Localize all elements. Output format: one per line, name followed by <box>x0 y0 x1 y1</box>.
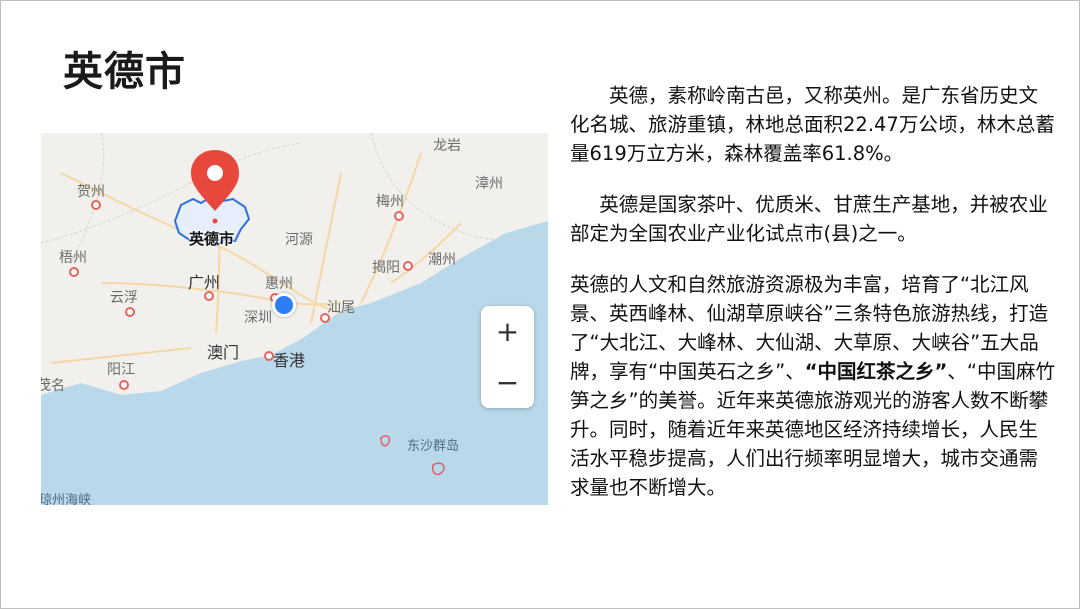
slide: 英德市 龙岩 贺州 漳州 梅州 河源 梧州 潮州 揭阳 广州 惠州 云浮 汕尾 … <box>0 0 1080 609</box>
city-label: 龙岩 <box>433 138 461 154</box>
city-dot <box>119 380 129 390</box>
map-canvas <box>41 133 548 505</box>
map-view[interactable]: 龙岩 贺州 漳州 梅州 河源 梧州 潮州 揭阳 广州 惠州 云浮 汕尾 深圳 澳… <box>41 133 548 505</box>
city-dot <box>264 351 274 361</box>
city-label: 云浮 <box>110 290 138 306</box>
city-label: 潮州 <box>428 252 456 268</box>
city-dot <box>320 313 330 323</box>
city-label: 阳江 <box>107 362 135 378</box>
zoom-out-button[interactable]: − <box>481 357 534 408</box>
island-label: 东沙群岛 <box>407 439 460 454</box>
zoom-in-button[interactable]: + <box>481 306 534 357</box>
city-label: 澳门 <box>207 343 240 362</box>
city-label: 深圳 <box>244 310 272 326</box>
city-label: 梅州 <box>376 194 404 210</box>
city-label: 揭阳 <box>372 260 400 276</box>
page-title: 英德市 <box>63 49 186 95</box>
description: 英德，素称岭南古邑，又称英州。是广东省历史文化名城、旅游重镇，林地总面积22.4… <box>570 81 1056 502</box>
city-dot <box>403 261 413 271</box>
city-label: 河源 <box>285 232 313 248</box>
paragraph-tourism-highlight: “中国红茶之乡” <box>804 360 948 383</box>
current-location-icon[interactable] <box>272 293 296 317</box>
city-label: 香港 <box>273 351 306 370</box>
city-label: 贺州 <box>77 184 105 200</box>
city-label: 梧州 <box>59 250 87 266</box>
city-label: 广州 <box>188 273 221 292</box>
city-label: 汕尾 <box>327 300 355 316</box>
city-label: 茂名 <box>41 378 65 394</box>
city-dot <box>204 291 214 301</box>
paragraph-tourism: 英德的人文和自然旅游资源极为丰富，培育了“北江风景、英西峰林、仙湖草原峡谷”三条… <box>570 270 1056 502</box>
city-dot <box>91 200 101 210</box>
pin-label: 英德市 <box>189 230 235 248</box>
city-dot <box>69 267 79 277</box>
paragraph-agriculture: 英德是国家茶叶、优质米、甘蔗生产基地，并被农业部定为全国农业产业化试点市(县)之… <box>570 193 1048 245</box>
zoom-control: + − <box>481 306 534 408</box>
city-label: 惠州 <box>265 276 293 292</box>
strait-label: 琼州海峡 <box>41 493 92 505</box>
city-dot <box>394 211 404 221</box>
paragraph-intro: 英德，素称岭南古邑，又称英州。是广东省历史文化名城、旅游重镇，林地总面积22.4… <box>570 84 1055 165</box>
city-label: 漳州 <box>475 176 503 192</box>
city-dot <box>125 307 135 317</box>
